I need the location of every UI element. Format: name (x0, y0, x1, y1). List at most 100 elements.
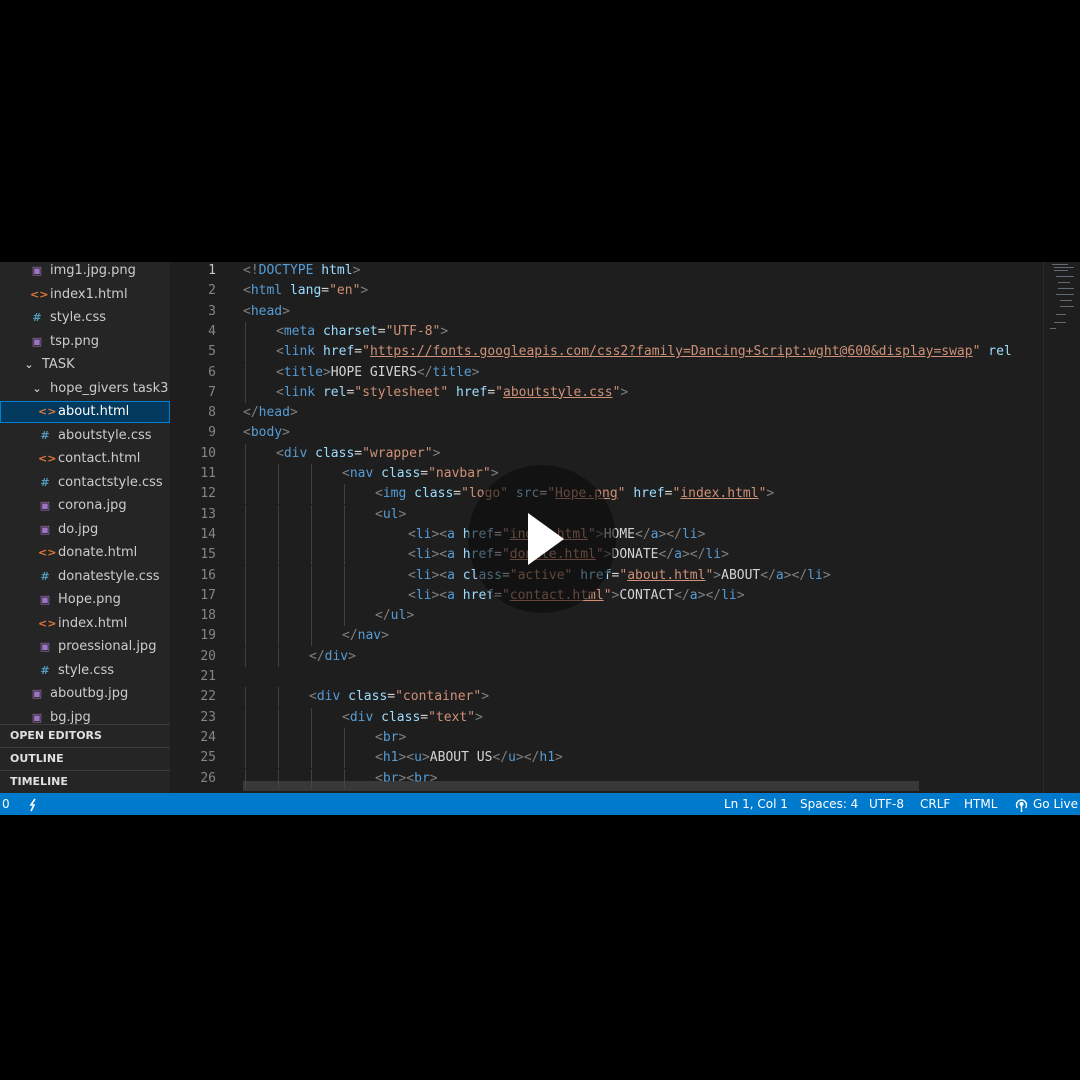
outline-section[interactable]: OUTLINE (0, 747, 170, 770)
explorer-item[interactable]: <> about.html (0, 401, 170, 423)
language-mode[interactable]: HTML (964, 793, 997, 815)
status-bar: 0 Ln 1, Col 1 Spaces: 4 UTF-8 CRLF HTML … (0, 793, 1080, 815)
line-number: 5 (208, 344, 216, 360)
go-live-button[interactable]: Go Live (1033, 793, 1078, 815)
image-file-icon: ▣ (31, 264, 43, 277)
code-line[interactable]: <link rel="stylesheet" href="aboutstyle.… (276, 383, 628, 403)
code-token: < (408, 547, 416, 563)
code-line[interactable]: <body> (243, 423, 290, 443)
css-file-icon: # (32, 311, 42, 324)
code-token: h1 (382, 750, 399, 766)
code-token: > (398, 729, 407, 745)
code-token: ></ (515, 750, 540, 766)
eol-setting[interactable]: CRLF (920, 793, 950, 815)
code-line[interactable]: <title>HOPE GIVERS</title> (276, 363, 480, 383)
explorer-item[interactable]: <> index1.html (0, 284, 170, 306)
code-line[interactable]: <html lang="en"> (243, 281, 368, 301)
explorer-item-label: tsp.png (50, 333, 99, 349)
problems-count[interactable]: 0 (2, 793, 10, 815)
code-line[interactable]: </nav> (342, 626, 389, 646)
explorer-item-label: bg.jpg (50, 709, 91, 725)
minimap[interactable] (1043, 262, 1080, 793)
indent-guide (311, 727, 312, 748)
indent-guide (245, 626, 246, 647)
code-token: </ (674, 587, 690, 603)
indent-guide (344, 484, 345, 505)
sync-icon[interactable] (27, 797, 39, 815)
code-token: link (283, 344, 316, 360)
explorer-item-label: contact.html (58, 451, 141, 466)
video-play-button[interactable] (468, 465, 616, 613)
html-file-icon: <> (30, 287, 49, 301)
code-token: h1 (539, 750, 556, 766)
horizontal-scrollbar[interactable] (243, 781, 919, 791)
explorer-item[interactable]: ▣ do.jpg (0, 519, 170, 541)
code-line[interactable]: <h1><u>ABOUT US</u></h1> (375, 748, 563, 768)
explorer-item[interactable]: ▣ aboutbg.jpg (0, 683, 170, 705)
explorer-item[interactable]: <> donate.html (0, 542, 170, 564)
code-line[interactable]: <nav class="navbar"> (342, 464, 499, 484)
indent-guide (245, 464, 246, 484)
code-token: li (415, 567, 432, 583)
explorer-sidebar: ▣ img1.jpg.png <> index1.html # style.css ▣ tsp… (0, 262, 170, 793)
indentation-setting[interactable]: Spaces: 4 (800, 793, 858, 815)
explorer-item[interactable]: ▣ corona.jpg (0, 495, 170, 517)
code-token: > (481, 689, 490, 705)
code-line[interactable]: <link href="https://fonts.googleapis.com… (276, 342, 1012, 362)
cursor-position[interactable]: Ln 1, Col 1 (724, 793, 788, 815)
code-token: >< (398, 750, 415, 766)
explorer-item[interactable]: ▣ Hope.png (0, 589, 170, 611)
explorer-item[interactable]: # style.css (0, 307, 170, 329)
code-token: = (387, 689, 396, 705)
code-line[interactable]: </ul> (375, 606, 414, 626)
code-editor[interactable]: 1 2 3 4 5 6 7 8 9 10 11 12 13 14 15 16 17 18 19 20 21 22 23 24 2… (170, 262, 1080, 793)
explorer-item[interactable]: # style.css (0, 660, 170, 682)
indent-guide (245, 524, 246, 545)
code-area[interactable]: <!DOCTYPE html> <html lang="en"> <head> <me… (243, 262, 1043, 793)
explorer-item[interactable]: ⌄ hope_givers task3 (0, 378, 170, 400)
code-token: "text" (428, 709, 476, 725)
image-file-icon: ▣ (31, 710, 43, 724)
code-token: = (453, 486, 462, 502)
indent-guide (245, 585, 246, 606)
explorer-item[interactable]: <> index.html (0, 613, 170, 635)
code-line[interactable]: </div> (309, 647, 356, 667)
explorer-item[interactable]: ▣ img1.jpg.png (0, 262, 170, 282)
code-line[interactable]: <meta charset="UTF-8"> (276, 322, 448, 342)
explorer-item[interactable]: # aboutstyle.css (0, 425, 170, 447)
explorer-item[interactable]: ▣ bg.jpg (0, 707, 170, 725)
timeline-section[interactable]: TIMELINE (0, 770, 170, 793)
line-number: 25 (200, 750, 216, 766)
explorer-item-label: do.jpg (58, 521, 99, 537)
image-file-icon: ▣ (39, 522, 51, 536)
code-line[interactable]: <li><a class="active" href="about.html">… (408, 566, 831, 586)
code-line[interactable]: <div class="wrapper"> (276, 444, 440, 464)
code-line[interactable]: <br> (375, 728, 406, 748)
code-line[interactable]: <!DOCTYPE html> (243, 262, 360, 281)
code-line[interactable]: <div class="container"> (309, 687, 489, 707)
explorer-item[interactable]: ▣ proessional.jpg (0, 636, 170, 658)
code-token: rel (988, 344, 1012, 360)
code-token: "UTF-8" (385, 323, 441, 339)
code-token: a (447, 587, 455, 603)
explorer-item[interactable]: # donatestyle.css (0, 566, 170, 588)
explorer-item-label: donate.html (58, 545, 138, 560)
indent-guide (245, 606, 246, 627)
explorer-item[interactable]: # contactstyle.css (0, 472, 170, 494)
explorer-item[interactable]: <> contact.html (0, 448, 170, 470)
image-file-icon: ▣ (39, 499, 51, 512)
code-line[interactable]: <div class="text"> (342, 708, 483, 728)
code-token: >< (431, 567, 448, 583)
code-token: > (697, 526, 706, 542)
open-editors-section[interactable]: OPEN EDITORS (0, 724, 170, 747)
code-line[interactable]: </head> (243, 403, 298, 423)
explorer-item[interactable]: ⌄ TASK (0, 354, 170, 376)
encoding-setting[interactable]: UTF-8 (869, 793, 904, 815)
code-token: > (620, 384, 629, 400)
indent-guide (278, 464, 279, 484)
code-line[interactable]: <ul> (375, 505, 406, 525)
explorer-item[interactable]: ▣ tsp.png (0, 331, 170, 353)
code-line[interactable]: <head> (243, 302, 290, 322)
